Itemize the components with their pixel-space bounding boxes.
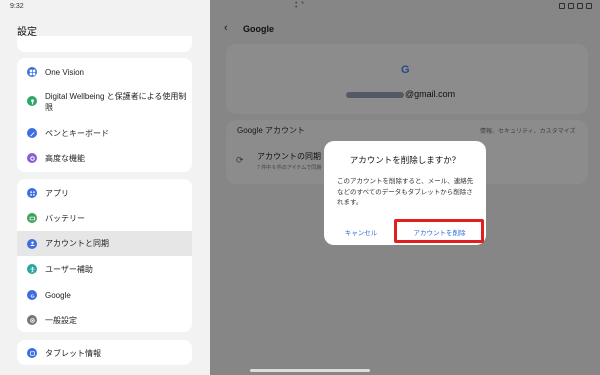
advanced-features-icon (27, 153, 37, 163)
tablet-info-icon (27, 348, 37, 358)
settings-card-top (17, 36, 192, 52)
status-time: 9:32 (10, 3, 24, 10)
settings-item-label: Google (45, 290, 71, 300)
account-icon (27, 238, 37, 249)
settings-pane: 9:32 設定 One Vision Digital Wellbeing と保護… (0, 0, 210, 375)
settings-item-label: アカウントと同期 (45, 239, 109, 248)
apps-icon (27, 188, 37, 198)
settings-item-battery[interactable]: バッテリー (17, 208, 192, 228)
settings-item-advanced[interactable]: 高度な機能 (17, 149, 192, 167)
settings-item-digital-wellbeing[interactable]: Digital Wellbeing と保護者による使用制限 (17, 89, 192, 115)
svg-text:G: G (30, 293, 34, 299)
settings-item-accessibility[interactable]: ユーザー補助 (17, 259, 192, 279)
settings-item-label: ユーザー補助 (45, 264, 93, 274)
dialog-message: このアカウントを削除すると、メール、連絡先などのすべてのデータもタブレットから削… (337, 178, 474, 206)
settings-item-pen-keyboard[interactable]: ペンとキーボード (17, 124, 192, 142)
settings-item-general[interactable]: 一般設定 (17, 310, 192, 330)
battery-icon (27, 213, 37, 223)
general-settings-icon (27, 315, 37, 325)
settings-item-label: バッテリー (45, 213, 85, 223)
settings-item-label: 一般設定 (45, 315, 77, 325)
home-indicator[interactable] (250, 369, 370, 372)
settings-item-apps[interactable]: アプリ (17, 183, 192, 203)
settings-item-google[interactable]: G Google (17, 285, 192, 305)
pen-icon (27, 128, 37, 138)
settings-item-tablet-info[interactable]: タブレット情報 (17, 343, 192, 363)
settings-item-accounts-sync[interactable]: アカウントと同期 (17, 231, 192, 256)
one-vision-icon (27, 67, 37, 77)
settings-item-label: One Vision (45, 67, 84, 77)
settings-item-label: 高度な機能 (45, 153, 85, 163)
settings-card-3: タブレット情報 (17, 340, 192, 365)
dialog-title: アカウントを削除しますか？ (349, 155, 461, 165)
settings-card-2: アプリ バッテリー アカウントと同期 ユーザー補助 G Google 一般設定 (17, 179, 192, 332)
wellbeing-icon (27, 96, 37, 106)
settings-item-label: タブレット情報 (45, 348, 101, 358)
settings-item-label: ペンとキーボード (45, 128, 109, 138)
google-icon: G (27, 290, 37, 300)
settings-item-one-vision[interactable]: One Vision (17, 63, 192, 81)
accessibility-icon (27, 264, 37, 274)
settings-item-label: Digital Wellbeing と保護者による使用制限 (45, 92, 187, 112)
settings-card-1: One Vision Digital Wellbeing と保護者による使用制限… (17, 58, 192, 172)
cancel-button[interactable]: キャンセル (327, 223, 395, 241)
settings-item-label: アプリ (45, 188, 69, 198)
remove-account-button[interactable]: アカウントを削除 (398, 223, 481, 241)
